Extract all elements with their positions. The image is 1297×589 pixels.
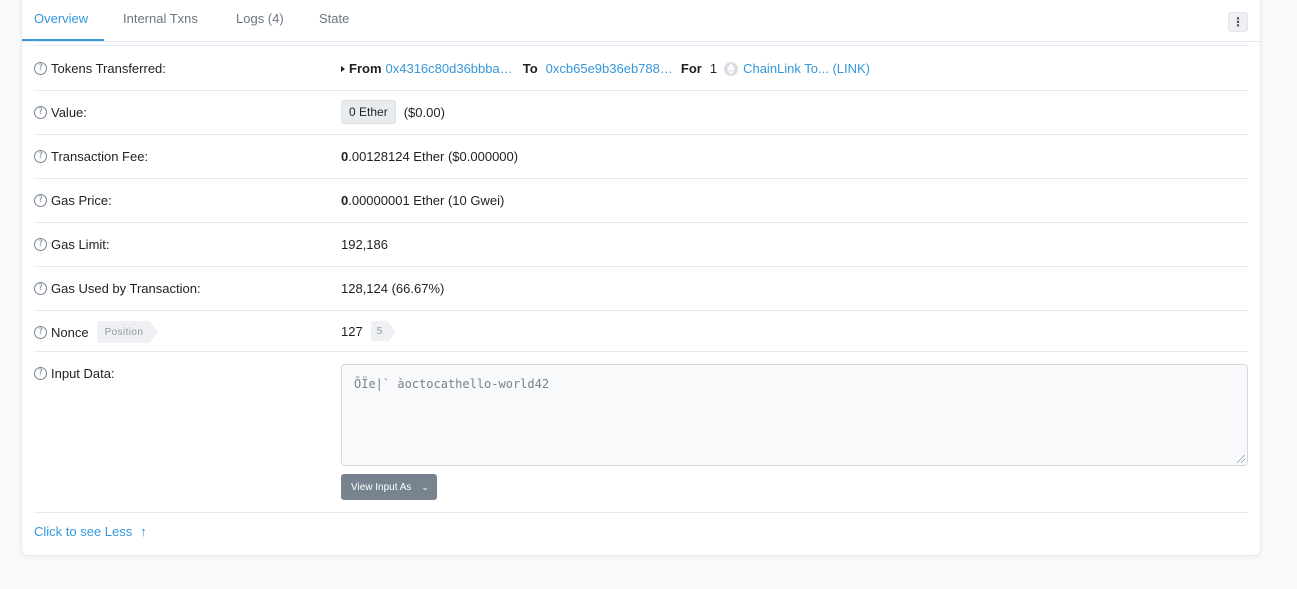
to-address-link[interactable]: 0xcb65e9b36eb788… xyxy=(546,61,673,76)
position-tag: Position xyxy=(97,321,150,343)
token-amount: 1 xyxy=(710,61,717,76)
input-data-textarea[interactable]: ÕÏe|` àoctocathello-world42 xyxy=(341,364,1248,466)
chevron-down-icon: ⌄ xyxy=(421,482,429,493)
gas-price-integer: 0 xyxy=(341,193,348,208)
input-data-content: ÕÏe|` àoctocathello-world42 xyxy=(354,377,549,391)
label-text: Value: xyxy=(51,105,87,120)
label-text: Gas Limit: xyxy=(51,237,110,252)
ether-badge: 0 Ether xyxy=(341,100,396,124)
resize-handle-icon[interactable] xyxy=(1237,455,1245,463)
row-nonce: ? Nonce Position 127 5 xyxy=(34,311,1248,352)
gas-price-rest: .00000001 Ether (10 Gwei) xyxy=(348,193,504,208)
label-text: Tokens Transferred: xyxy=(51,61,166,76)
tab-logs[interactable]: Logs (4) xyxy=(236,11,284,26)
row-gas-price: ? Gas Price: 0.00000001 Ether (10 Gwei) xyxy=(34,179,1248,223)
row-tokens-transferred: ? Tokens Transferred: From 0x4316c80d36b… xyxy=(34,46,1248,91)
tab-overview[interactable]: Overview xyxy=(34,11,88,26)
gas-price-value: 0.00000001 Ether (10 Gwei) xyxy=(341,193,504,208)
token-icon xyxy=(724,62,738,76)
row-gas-limit: ? Gas Limit: 192,186 xyxy=(34,223,1248,267)
arrow-up-icon: ↑ xyxy=(140,524,147,539)
row-input-data: ? Input Data: ÕÏe|` àoctocathello-worl… xyxy=(34,352,1248,513)
token-transfer-value: From 0x4316c80d36bbba… To 0xcb65e9b36eb7… xyxy=(341,61,870,76)
help-icon[interactable]: ? xyxy=(34,150,47,163)
nonce-value: 127 5 xyxy=(341,321,387,341)
label-text: Input Data: xyxy=(51,366,115,381)
label-text: Gas Used by Transaction: xyxy=(51,281,201,296)
view-input-as-label: View Input As xyxy=(351,482,411,493)
help-icon[interactable]: ? xyxy=(34,194,47,207)
to-label: To xyxy=(523,61,538,76)
fee-integer: 0 xyxy=(341,149,348,164)
row-label: ? Gas Price: xyxy=(34,193,112,208)
row-transaction-fee: ? Transaction Fee: 0.00128124 Ether ($0.… xyxy=(34,135,1248,179)
transaction-card: Overview Internal Txns Logs (4) State ⋮ … xyxy=(21,0,1261,556)
more-options-button[interactable]: ⋮ xyxy=(1228,12,1248,32)
help-icon[interactable]: ? xyxy=(34,326,47,339)
row-label: ? Gas Used by Transaction: xyxy=(34,281,201,296)
help-icon[interactable]: ? xyxy=(34,282,47,295)
for-label: For xyxy=(681,61,702,76)
label-text: Transaction Fee: xyxy=(51,149,148,164)
row-gas-used: ? Gas Used by Transaction: 128,124 (66.6… xyxy=(34,267,1248,311)
row-label: ? Tokens Transferred: xyxy=(34,61,166,76)
position-number: 5 xyxy=(371,321,387,341)
tab-state[interactable]: State xyxy=(319,11,349,26)
gas-used-value: 128,124 (66.67%) xyxy=(341,281,444,296)
from-address-link[interactable]: 0x4316c80d36bbba… xyxy=(386,61,513,76)
tab-bar: Overview Internal Txns Logs (4) State ⋮ xyxy=(22,0,1260,42)
row-label: ? Input Data: xyxy=(34,366,115,381)
fee-rest: .00128124 Ether ($0.000000) xyxy=(348,149,518,164)
token-name-link[interactable]: ChainLink To... (LINK) xyxy=(743,61,870,76)
see-less-label: Click to see Less xyxy=(34,524,132,539)
fee-value: 0.00128124 Ether ($0.000000) xyxy=(341,149,518,164)
row-label: ? Nonce Position xyxy=(34,321,149,343)
active-tab-indicator xyxy=(22,39,104,41)
help-icon[interactable]: ? xyxy=(34,62,47,75)
more-vertical-icon: ⋮ xyxy=(1232,16,1244,28)
help-icon[interactable]: ? xyxy=(34,238,47,251)
help-icon[interactable]: ? xyxy=(34,367,47,380)
label-text: Gas Price: xyxy=(51,193,112,208)
from-label: From xyxy=(349,61,382,76)
row-label: ? Transaction Fee: xyxy=(34,149,148,164)
tab-internal-txns[interactable]: Internal Txns xyxy=(123,11,198,26)
usd-value: ($0.00) xyxy=(404,105,445,120)
label-text: Nonce xyxy=(51,325,89,340)
see-less-link[interactable]: Click to see Less ↑ xyxy=(34,524,147,539)
nonce-number: 127 xyxy=(341,324,363,339)
row-value: ? Value: 0 Ether ($0.00) xyxy=(34,91,1248,135)
value-content: 0 Ether ($0.00) xyxy=(341,100,445,124)
row-label: ? Value: xyxy=(34,105,87,120)
caret-right-icon xyxy=(341,66,345,72)
help-icon[interactable]: ? xyxy=(34,106,47,119)
gas-limit-value: 192,186 xyxy=(341,237,388,252)
view-input-as-button[interactable]: View Input As ⌄ xyxy=(341,474,437,500)
row-label: ? Gas Limit: xyxy=(34,237,110,252)
